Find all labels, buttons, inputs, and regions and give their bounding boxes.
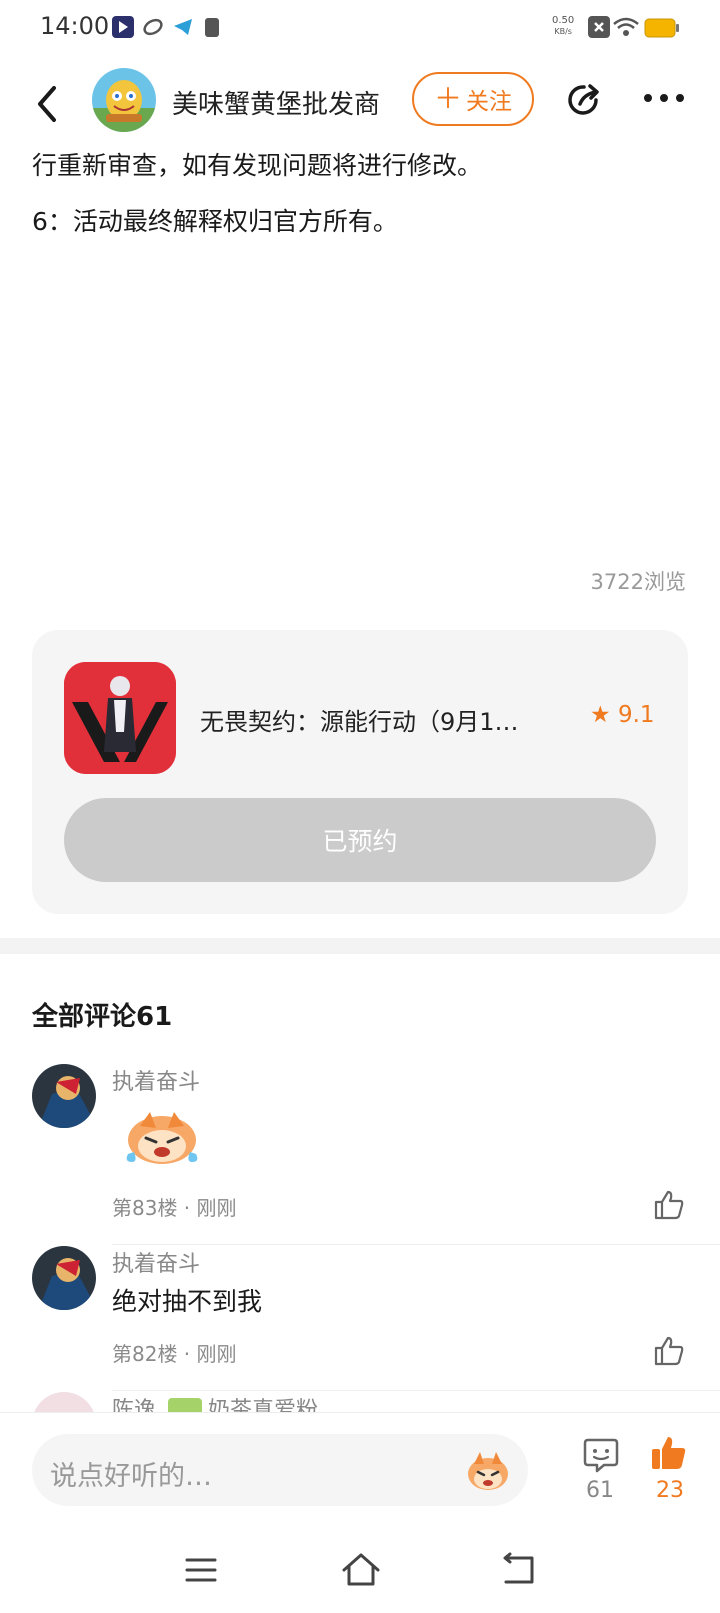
comment-separator — [112, 1244, 720, 1245]
comment-meta: 第83楼 · 刚刚 — [112, 1196, 237, 1220]
commenter-avatar[interactable] — [32, 1064, 96, 1128]
thumbs-up-icon[interactable] — [652, 1188, 686, 1222]
comments-header: 全部评论61 — [32, 1002, 173, 1032]
app-notification-icon-2 — [142, 16, 164, 38]
author-name[interactable]: 美味蟹黄堡批发商 — [172, 84, 380, 121]
status-time: 14:00 — [40, 12, 110, 40]
commenter-name[interactable]: 执着奋斗 — [112, 1064, 200, 1096]
plus-icon: ＋ — [433, 82, 462, 115]
no-sim-icon — [588, 16, 610, 38]
game-title[interactable]: 无畏契约：源能行动（9月1… — [200, 702, 570, 737]
network-speed: 0.50 KB/s — [552, 15, 575, 36]
thumbs-up-icon[interactable] — [652, 1334, 686, 1368]
follow-label: 关注 — [466, 89, 512, 115]
comment-count: 61 — [586, 1478, 614, 1503]
article-text-line: 6：活动最终解释权归官方所有。 — [32, 207, 398, 236]
follow-button[interactable]: ＋ 关注 — [412, 72, 534, 126]
view-count: 3722浏览 — [590, 570, 686, 594]
wifi-icon — [612, 16, 640, 38]
share-icon[interactable] — [562, 78, 606, 122]
game-icon[interactable] — [64, 662, 176, 774]
comment-input-placeholder[interactable]: 说点好听的… — [50, 1454, 212, 1493]
reserved-button[interactable]: 已预约 — [64, 798, 656, 882]
home-icon[interactable] — [340, 1550, 382, 1588]
like-count: 23 — [656, 1478, 684, 1503]
menu-icon[interactable] — [184, 1556, 218, 1584]
comment-text: 绝对抽不到我 — [112, 1287, 263, 1316]
back-button[interactable] — [32, 84, 62, 124]
commenter-name[interactable]: 执着奋斗 — [112, 1246, 200, 1278]
article-text-line: 行重新审查，如有发现问题将进行修改。 — [32, 151, 483, 180]
star-icon: ★ — [590, 702, 611, 728]
comment-meta: 第82楼 · 刚刚 — [112, 1342, 237, 1366]
commenter-avatar[interactable] — [32, 1246, 96, 1310]
section-divider — [0, 938, 720, 954]
thumbs-up-filled-icon[interactable] — [650, 1434, 688, 1472]
author-avatar[interactable] — [92, 68, 156, 132]
crying-sticker-icon — [120, 1104, 204, 1168]
emoji-button-icon[interactable] — [464, 1446, 512, 1494]
more-icon[interactable] — [640, 88, 688, 108]
nav-back-icon[interactable] — [500, 1552, 538, 1586]
battery-icon — [644, 18, 680, 38]
comment-separator — [112, 1390, 720, 1391]
app-notification-icon — [112, 16, 134, 38]
comment-icon[interactable] — [582, 1436, 620, 1474]
sim-icon — [204, 16, 226, 38]
telegram-icon — [172, 16, 194, 38]
game-rating: ★ 9.1 — [590, 702, 655, 728]
